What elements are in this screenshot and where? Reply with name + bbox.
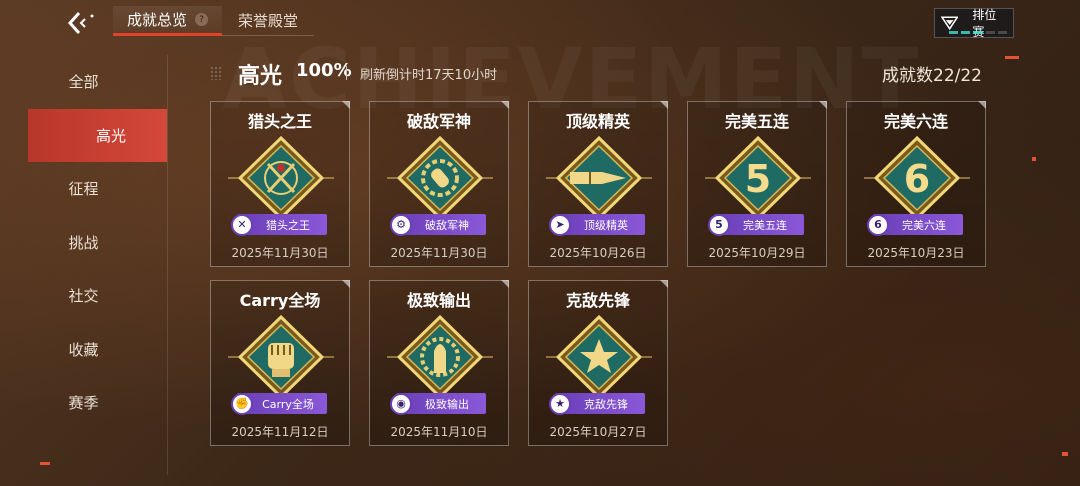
bullet-icon: ➤ xyxy=(549,213,571,236)
ranked-mode-button[interactable]: 排位赛 xyxy=(934,8,1014,39)
shell-gear-icon: ◉ xyxy=(390,392,412,415)
sidebar: 全部 高光 征程 挑战 社交 收藏 赛季 xyxy=(0,55,168,475)
achievement-date: 2025年11月30日 xyxy=(390,246,488,260)
sidebar-item-social[interactable]: 社交 xyxy=(0,269,167,323)
achievement-card[interactable]: 顶级精英 ➤ 顶级精英 2025年10月26日 xyxy=(528,101,668,267)
achievement-card[interactable]: 破敌军神 ⚙ 破敌军神 2025年11月30日 xyxy=(369,101,509,267)
number-five-icon: 5 xyxy=(708,213,730,236)
badge-label: 克敌先锋 xyxy=(584,397,628,411)
tab-achievement-overview[interactable]: 成就总览 ? xyxy=(113,6,223,36)
achievement-date: 2025年10月29日 xyxy=(708,246,806,260)
emblem-numeral: 5 xyxy=(745,157,771,201)
achievement-date: 2025年10月26日 xyxy=(549,246,647,260)
sidebar-item-label: 社交 xyxy=(68,287,99,306)
achievement-card[interactable]: 克敌先锋 ★ 克敌先锋 2025年10月27日 xyxy=(528,280,668,446)
achievement-badge: ★ 克敌先锋 xyxy=(549,392,645,415)
achievement-badge: ✕ 猎头之王 xyxy=(231,213,327,236)
star-icon xyxy=(546,315,652,399)
achievement-card[interactable]: 极致输出 ◉ 极致输出 2025年11月10日 xyxy=(369,280,509,446)
page-title: 高光 xyxy=(238,64,283,89)
sidebar-item-highlight[interactable]: 高光 xyxy=(28,108,167,162)
tab-hall-of-honor[interactable]: 荣誉殿堂 xyxy=(222,6,315,36)
tab-bar: 成就总览 ? 荣誉殿堂 xyxy=(113,6,315,36)
badge-label: 顶级精英 xyxy=(584,218,628,232)
sidebar-item-label: 挑战 xyxy=(68,233,99,252)
bullet-icon xyxy=(546,136,652,220)
achievement-card[interactable]: Carry全场 ✊ Carry全场 2025年11月12日 xyxy=(210,280,350,446)
badge-label: 完美五连 xyxy=(743,218,787,232)
bullet-target-icon: ⚙ xyxy=(390,213,412,236)
achievement-date: 2025年10月27日 xyxy=(549,425,647,439)
achievement-title: 克敌先锋 xyxy=(565,291,630,310)
crosshair-axes-icon xyxy=(228,136,334,220)
achievement-badge: ✊ Carry全场 xyxy=(231,392,327,415)
star-icon: ★ xyxy=(549,392,571,415)
achievement-badge: 6 完美六连 xyxy=(867,213,963,236)
sidebar-item-all[interactable]: 全部 xyxy=(0,55,167,109)
tab-label: 荣誉殿堂 xyxy=(238,12,299,30)
sidebar-item-label: 收藏 xyxy=(68,340,99,359)
achievement-title: 完美六连 xyxy=(883,112,948,131)
achievement-title: 破敌军神 xyxy=(406,112,471,131)
achievement-title: 极致输出 xyxy=(406,291,471,310)
achievement-title: Carry全场 xyxy=(239,291,321,310)
achievement-badge: ➤ 顶级精英 xyxy=(549,213,645,236)
header-dots-decoration xyxy=(210,66,222,80)
decor-accent xyxy=(1005,56,1019,59)
achievement-card[interactable]: 猎头之王 ✕ 猎头之王 2025年11月30日 xyxy=(210,101,350,267)
badge-label: 猎头之王 xyxy=(266,218,310,232)
badge-label: 完美六连 xyxy=(902,218,946,232)
achievement-date: 2025年10月23日 xyxy=(867,246,965,260)
sidebar-item-journey[interactable]: 征程 xyxy=(0,162,167,216)
achievement-card[interactable]: 完美六连 6 6 完美六连 2025年10月23日 xyxy=(846,101,986,267)
decor-accent xyxy=(1032,157,1036,161)
rank-progress-bar xyxy=(949,31,1008,34)
number-six-icon: 6 xyxy=(864,136,970,220)
sidebar-item-challenge[interactable]: 挑战 xyxy=(0,216,167,270)
back-arrow-icon xyxy=(67,11,94,35)
achievement-title: 顶级精英 xyxy=(565,112,630,131)
achievement-date: 2025年11月12日 xyxy=(231,425,329,439)
fist-icon: ✊ xyxy=(231,392,253,415)
sidebar-item-label: 全部 xyxy=(68,73,99,92)
emblem-numeral: 6 xyxy=(904,157,930,201)
achievement-date: 2025年11月30日 xyxy=(231,246,329,260)
badge-label: 破敌军神 xyxy=(425,218,469,232)
help-icon[interactable]: ? xyxy=(195,13,209,26)
sidebar-item-label: 赛季 xyxy=(68,394,99,413)
decor-accent xyxy=(40,462,50,465)
achievement-date: 2025年11月10日 xyxy=(390,425,488,439)
achievement-card[interactable]: 完美五连 5 5 完美五连 2025年10月29日 xyxy=(687,101,827,267)
shell-gear-icon xyxy=(387,315,493,399)
sidebar-item-season[interactable]: 赛季 xyxy=(0,376,167,430)
completion-percent: 100% xyxy=(296,60,352,81)
tab-label: 成就总览 xyxy=(127,11,188,29)
achievement-badge: ◉ 极致输出 xyxy=(390,392,486,415)
sidebar-item-label: 征程 xyxy=(68,180,99,199)
achievement-title: 猎头之王 xyxy=(247,112,312,131)
refresh-countdown: 刷新倒计时17天10小时 xyxy=(360,68,498,83)
number-six-icon: 6 xyxy=(867,213,889,236)
header-divider xyxy=(346,66,347,80)
number-five-icon: 5 xyxy=(705,136,811,220)
achievement-title: 完美五连 xyxy=(724,112,789,131)
sidebar-item-collection[interactable]: 收藏 xyxy=(0,323,167,377)
badge-label: 极致输出 xyxy=(425,397,469,411)
rank-emblem-icon xyxy=(941,16,959,30)
ranked-mode-label: 排位赛 xyxy=(972,8,997,39)
back-button[interactable] xyxy=(60,8,100,38)
achievement-count: 成就数22/22 xyxy=(882,66,982,86)
bullet-target-icon xyxy=(387,136,493,220)
crosshair-axes-icon: ✕ xyxy=(231,213,253,236)
fist-icon xyxy=(228,315,334,399)
badge-label: Carry全场 xyxy=(262,397,314,411)
achievement-badge: 5 完美五连 xyxy=(708,213,804,236)
sidebar-item-label: 高光 xyxy=(96,126,127,145)
decor-accent xyxy=(1062,452,1068,456)
achievement-badge: ⚙ 破敌军神 xyxy=(390,213,486,236)
